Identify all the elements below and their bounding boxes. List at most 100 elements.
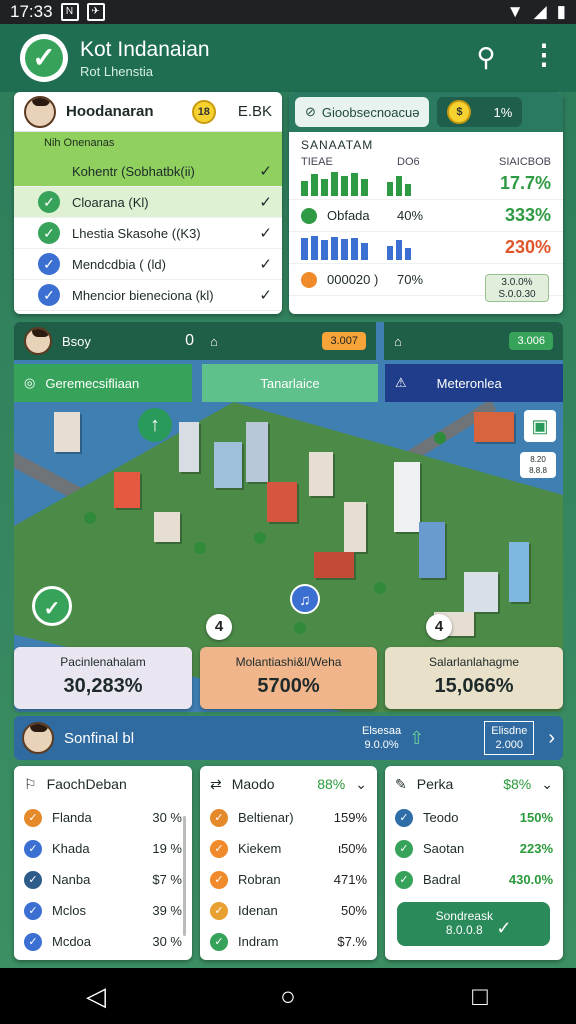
list-item[interactable]: ✓ Saotan 223% <box>385 833 563 864</box>
map-tab-button[interactable]: ⚠ Meteronlea <box>385 364 563 402</box>
coin-icon: $ <box>447 100 472 124</box>
item-value: 19 % <box>152 841 182 856</box>
music-marker-icon[interactable]: ♫ <box>290 584 320 614</box>
item-value: 39 % <box>152 903 182 918</box>
list-item[interactable]: ✓ Idenan 50% <box>200 895 377 926</box>
chevron-down-icon[interactable]: ⌄ <box>541 776 553 793</box>
map-marker-icon[interactable]: ↑ <box>138 408 172 442</box>
player-panel[interactable]: Bsoy 0 <box>14 322 204 360</box>
list-header: ⚐ FaochDeban <box>14 766 192 802</box>
clock: 17:33 <box>10 2 53 21</box>
chevron-right-icon[interactable]: › <box>548 727 555 750</box>
bar-sparkline <box>387 236 417 260</box>
list-item[interactable]: ✓ Robran 471% <box>200 864 377 895</box>
list-item[interactable]: ✓ Mclos 39 % <box>14 895 192 926</box>
list-item[interactable]: ✓ Khada 19 % <box>14 833 192 864</box>
check-icon[interactable]: ✓ <box>259 162 272 180</box>
home-button[interactable]: ○ <box>258 981 318 1012</box>
tab-overview[interactable]: ⊘ Gioobsecnoacuə <box>295 97 430 127</box>
avatar[interactable] <box>24 95 56 128</box>
back-button[interactable]: ◁ <box>66 981 126 1012</box>
item-icon: ✓ <box>395 808 413 827</box>
check-icon[interactable]: ✓ <box>259 224 272 242</box>
check-icon[interactable]: ✓ <box>259 286 272 304</box>
list-item[interactable]: ✓ Badral 430.0% <box>385 864 563 895</box>
scrollbar[interactable] <box>183 816 186 936</box>
task-label: Mendcdbia ( (ld) <box>72 256 166 272</box>
summary-mid-title: Elsesaa <box>362 725 402 737</box>
search-icon: ⚲ <box>476 42 496 72</box>
chevron-down-icon[interactable]: ⌄ <box>355 776 367 793</box>
task-item[interactable]: Kohentr (Sobhatbk(ii) ✓ <box>14 156 282 187</box>
task-item[interactable]: ✓ Mhencior bieneciona (kl) ✓ <box>14 280 282 311</box>
tag-icon[interactable]: ▣ <box>524 410 556 442</box>
stat-row[interactable]: 17.7% <box>289 168 563 200</box>
spark-bar <box>331 236 338 260</box>
list-item[interactable]: ✓ Indram $7.% <box>200 926 377 957</box>
item-icon: ✓ <box>24 901 42 920</box>
player-name: Hoodanaran <box>66 103 154 120</box>
check-icon[interactable]: ✓ <box>259 255 272 273</box>
spark-bar <box>321 240 328 260</box>
check-marker-icon[interactable]: ✓ <box>32 586 72 626</box>
submit-button[interactable]: Sondreask 8.0.0.8 ✓ <box>397 902 550 946</box>
tab-percent[interactable]: $1% <box>437 97 523 127</box>
building-panel-2[interactable]: ⌂ 3.006 <box>384 322 563 360</box>
building-panel[interactable]: ⌂ 3.007 <box>200 322 376 360</box>
item-label: Saotan <box>423 841 465 856</box>
spark-bar <box>361 242 368 260</box>
item-value: 150% <box>519 810 553 825</box>
stat-row[interactable]: Obfada 40% 333% <box>289 200 563 232</box>
map-tab-button[interactable]: Tanarlaice <box>202 364 378 402</box>
task-item[interactable]: ✓ Lhestia Skasohe ((K3) ✓ <box>14 218 282 249</box>
metric-tile[interactable]: Salarlanlahagme 15,066% <box>385 647 563 709</box>
task-label: Mhencior bieneciona (kl) <box>72 287 214 303</box>
list-item[interactable]: ✓ Kiekem ι50% <box>200 833 377 864</box>
summary-banner[interactable]: Sonfinal bl Elsesaa 9.0.0% ⇧ Elisdne 2.0… <box>14 716 563 760</box>
map-tab-label: Geremecsifliaan <box>45 375 140 391</box>
list-item[interactable]: ✓ Teodo 150% <box>385 802 563 833</box>
metric-value: 15,066% <box>434 675 514 697</box>
spark-bar <box>405 183 411 196</box>
item-label: Robran <box>238 872 281 887</box>
list-item[interactable]: ✓ Flanda 30 % <box>14 802 192 833</box>
task-item[interactable]: ✓ Mendcdbia ( (ld) ✓ <box>14 249 282 280</box>
item-label: Mcdoa <box>52 934 92 949</box>
spark-bar <box>351 237 358 260</box>
flag-icon: ⚐ <box>24 775 37 792</box>
overflow-menu-button[interactable]: ⋮ <box>526 40 562 76</box>
list-item[interactable]: ✓ Mcdoa 30 % <box>14 926 192 957</box>
system-nav-bar: ◁ ○ □ <box>0 968 576 1024</box>
metric-tile[interactable]: Molantiashi&l/Weha 5700% <box>200 647 377 709</box>
spark-bar <box>321 178 328 196</box>
stat-row[interactable]: 230% <box>289 232 563 264</box>
player-count: 0 <box>185 332 194 349</box>
count-bubble[interactable]: 4 <box>206 614 232 640</box>
metric-tile[interactable]: Pacinlenahalam 30,283% <box>14 647 192 709</box>
column-header: TIEAE <box>301 156 333 168</box>
item-value: 430.0% <box>508 872 553 887</box>
building-icon: ⌂ <box>394 333 402 349</box>
tab-label: Gioobsecnoacuə <box>321 104 420 120</box>
task-item[interactable]: ✓ Cloarana (Kl) ✓ <box>14 187 282 218</box>
count-bubble[interactable]: 4 <box>426 614 452 640</box>
column-header: DO6 <box>397 156 420 168</box>
list-card: ⚐ FaochDeban ✓ Flanda 30 % ✓ Khada 19 % ✓ Nanba $… <box>14 766 192 960</box>
item-value: 159% <box>333 810 367 825</box>
item-icon: ✓ <box>210 870 228 889</box>
search-button[interactable]: ⚲ <box>468 40 504 76</box>
stat-value: 333% <box>504 205 551 225</box>
player-header: Hoodanaran 18 E.BK <box>14 92 282 132</box>
map-tab-button[interactable]: ◎ Geremecsifliaan <box>14 364 192 402</box>
check-icon[interactable]: ✓ <box>259 193 272 211</box>
list-item[interactable]: ✓ Nanba $7 % <box>14 864 192 895</box>
recents-button[interactable]: □ <box>450 981 510 1012</box>
avatar <box>22 722 54 754</box>
list-item[interactable]: ✓ Beltienar) 159% <box>200 802 377 833</box>
bar-sparkline <box>301 235 377 260</box>
battery-icon: ▮ <box>556 2 566 21</box>
spark-bar <box>396 175 402 196</box>
summary-right-value: 2.000 <box>495 739 524 751</box>
summary-right-title: Elisdne <box>491 725 528 737</box>
item-icon: ✓ <box>210 808 228 827</box>
